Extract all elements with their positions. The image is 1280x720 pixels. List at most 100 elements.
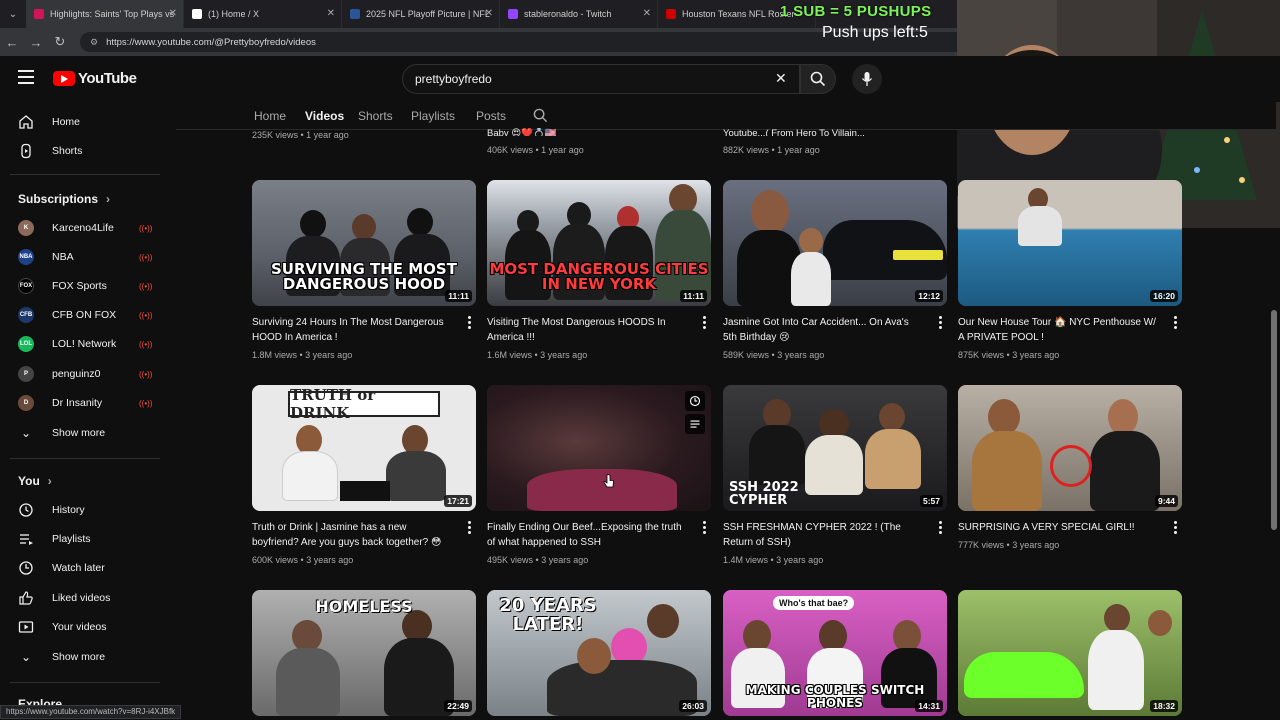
sidebar-item-subscription[interactable]: FOX FOX Sports ((•)) (0, 272, 170, 300)
more-options-icon[interactable] (468, 316, 472, 331)
video-age: 3 years ago (776, 555, 824, 565)
sidebar-item-subscription[interactable]: NBA NBA ((•)) (0, 243, 170, 271)
video-title[interactable]: SSH FRESHMAN CYPHER 2022 ! (The Return o… (723, 520, 923, 550)
sidebar-show-more[interactable]: ⌄ Show more (0, 643, 170, 671)
sidebar-item-label: Playlists (52, 533, 91, 545)
video-thumbnail[interactable]: 20 YEARS LATER! 26:03 (487, 590, 711, 716)
video-title[interactable]: Our New House Tour 🏠 NYC Penthouse W/ A … (958, 315, 1158, 345)
browser-tab[interactable]: 2025 NFL Playoff Picture | NFL ✕ (342, 0, 500, 28)
voice-search-button[interactable] (852, 64, 882, 94)
page-scrollbar[interactable] (1271, 310, 1277, 530)
more-options-icon[interactable] (939, 521, 943, 536)
search-icon (810, 71, 826, 87)
thumbnail-bubble: Who's that bae? (773, 596, 855, 610)
video-thumbnail[interactable]: HOMELESS 22:49 (252, 590, 476, 716)
video-thumbnail[interactable]: SSH 2022 CYPHER 5:57 (723, 385, 947, 511)
menu-icon[interactable] (18, 70, 34, 84)
add-to-queue-icon[interactable] (685, 414, 705, 434)
video-card[interactable]: Finally Ending Our Beef...Exposing the t… (487, 385, 711, 565)
video-title[interactable]: Truth or Drink | Jasmine has a new boyfr… (252, 520, 452, 550)
sidebar-item-subscription[interactable]: Ppenguinz0 ((•)) (0, 360, 170, 388)
sidebar-item-home[interactable]: Home (0, 108, 170, 136)
tab-playlists[interactable]: Playlists (411, 109, 455, 123)
video-thumbnail[interactable]: TRUTH or DRINK 17:21 (252, 385, 476, 511)
sidebar-item-history[interactable]: History (0, 496, 170, 524)
search-button[interactable] (800, 64, 836, 94)
video-card[interactable]: 16:20 Our New House Tour 🏠 NYC Penthouse… (958, 180, 1182, 360)
sidebar-item-your-videos[interactable]: Your videos (0, 613, 170, 641)
sidebar-item-watch-later[interactable]: Watch later (0, 554, 170, 582)
video-title[interactable]: Jasmine Got Into Car Accident... On Ava'… (723, 315, 923, 345)
sidebar-item-subscription[interactable]: K Karceno4Life ((•)) (0, 214, 170, 242)
video-thumbnail[interactable]: Who's that bae? MAKING COUPLES SWITCH PH… (723, 590, 947, 716)
reload-icon[interactable]: ↻ (48, 28, 72, 56)
video-title[interactable]: Surviving 24 Hours In The Most Dangerous… (252, 315, 452, 345)
sidebar-item-playlists[interactable]: Playlists (0, 525, 170, 553)
history-icon (18, 502, 34, 518)
video-thumbnail[interactable]: 16:20 (958, 180, 1182, 306)
video-title[interactable]: Visiting The Most Dangerous HOODS In Ame… (487, 315, 687, 345)
tab-posts[interactable]: Posts (476, 109, 506, 123)
clear-search-icon[interactable]: ✕ (775, 70, 787, 87)
subscriptions-heading[interactable]: Subscriptions › (18, 192, 110, 206)
sidebar-item-label: CFB ON FOX (52, 309, 117, 321)
video-thumbnail[interactable]: 12:12 (723, 180, 947, 306)
more-options-icon[interactable] (939, 316, 943, 331)
search-input[interactable]: prettyboyfredo (402, 64, 800, 94)
sidebar-item-subscription[interactable]: LOL LOL! Network ((•)) (0, 330, 170, 358)
close-icon[interactable]: ✕ (327, 8, 335, 19)
video-thumbnail[interactable]: SURVIVING THE MOST DANGEROUS HOOD 11:11 (252, 180, 476, 306)
sidebar-item-subscription[interactable]: CFB CFB ON FOX ((•)) (0, 301, 170, 329)
video-title[interactable]: Baby 😍❤️💍🇺🇸 (487, 128, 557, 136)
video-title[interactable]: SURPRISING A VERY SPECIAL GIRL!! (958, 520, 1158, 535)
browser-tab[interactable]: (1) Home / X ✕ (184, 0, 342, 28)
video-views: 1.6M views (487, 350, 533, 360)
more-options-icon[interactable] (1174, 521, 1178, 536)
you-heading[interactable]: You › (18, 474, 52, 488)
sidebar-item-liked[interactable]: Liked videos (0, 584, 170, 612)
video-title[interactable]: Youtube...( From Hero To Villain... (723, 128, 865, 136)
close-icon[interactable]: ✕ (485, 8, 493, 19)
video-card[interactable]: SURVIVING THE MOST DANGEROUS HOOD 11:11 … (252, 180, 476, 360)
video-thumbnail[interactable] (487, 385, 711, 511)
watch-later-icon[interactable] (685, 391, 705, 411)
video-card[interactable]: HOMELESS 22:49 (252, 590, 476, 716)
tab-shorts[interactable]: Shorts (358, 109, 393, 123)
video-card[interactable]: 12:12 Jasmine Got Into Car Accident... O… (723, 180, 947, 360)
close-icon[interactable]: ✕ (169, 8, 177, 19)
tab-videos[interactable]: Videos (305, 109, 344, 123)
site-info-icon[interactable]: ⚙ (90, 37, 98, 48)
video-card[interactable]: Who's that bae? MAKING COUPLES SWITCH PH… (723, 590, 947, 716)
youtube-logo[interactable]: YouTube (53, 70, 137, 87)
sidebar-item-subscription[interactable]: D Dr Insanity ((•)) (0, 389, 170, 417)
video-meta: 600K views • 3 years ago (252, 555, 354, 565)
video-age: 3 years ago (305, 350, 353, 360)
sidebar-item-shorts[interactable]: Shorts (0, 137, 170, 165)
video-card[interactable]: TRUTH or DRINK 17:21 Truth or Drink | Ja… (252, 385, 476, 565)
avatar-penguinz0: P (18, 366, 34, 382)
video-thumbnail[interactable]: MOST DANGEROUS CITIES IN NEW YORK 11:11 (487, 180, 711, 306)
video-card[interactable]: 18:32 (958, 590, 1182, 716)
video-title[interactable]: Finally Ending Our Beef...Exposing the t… (487, 520, 687, 550)
more-options-icon[interactable] (703, 316, 707, 331)
browser-tab[interactable]: Highlights: Saints' Top Plays vs ✕ (26, 0, 184, 28)
browser-tab[interactable]: stableronaldo - Twitch ✕ (500, 0, 658, 28)
channel-search-icon[interactable] (533, 108, 548, 128)
video-thumbnail[interactable]: 18:32 (958, 590, 1182, 716)
tab-home[interactable]: Home (254, 109, 286, 123)
back-icon[interactable]: ← (0, 28, 24, 56)
more-options-icon[interactable] (1174, 316, 1178, 331)
tab-search-icon[interactable]: ⌄ (0, 0, 26, 28)
forward-icon[interactable]: → (24, 28, 48, 56)
more-options-icon[interactable] (468, 521, 472, 536)
sidebar-show-more[interactable]: ⌄ Show more (0, 419, 170, 447)
video-card[interactable]: 20 YEARS LATER! 26:03 (487, 590, 711, 716)
tab-title: Highlights: Saints' Top Plays vs (50, 9, 175, 19)
live-icon: ((•)) (139, 398, 153, 408)
more-options-icon[interactable] (703, 521, 707, 536)
close-icon[interactable]: ✕ (643, 8, 651, 19)
video-card[interactable]: SSH 2022 CYPHER 5:57 SSH FRESHMAN CYPHER… (723, 385, 947, 565)
video-thumbnail[interactable]: 9:44 (958, 385, 1182, 511)
video-card[interactable]: 9:44 SURPRISING A VERY SPECIAL GIRL!! 77… (958, 385, 1182, 550)
video-card[interactable]: MOST DANGEROUS CITIES IN NEW YORK 11:11 … (487, 180, 711, 360)
